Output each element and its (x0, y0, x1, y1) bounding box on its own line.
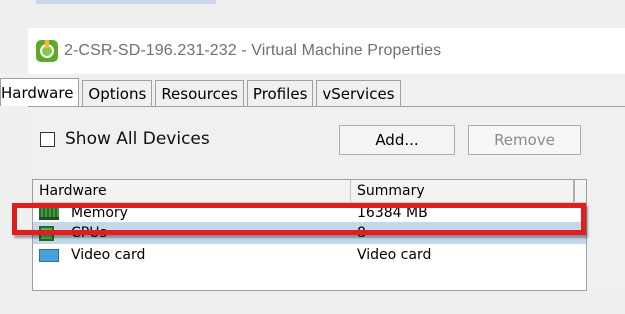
table-row[interactable]: Video card Video card (33, 244, 586, 266)
hardware-table: Hardware Summary Memory 16384 MB CPUs 8 (32, 179, 587, 291)
title-bar: 2-CSR-SD-196.231-232 - Virtual Machine P… (28, 28, 625, 74)
show-all-devices-checkbox[interactable] (40, 131, 55, 147)
background-strip (26, 0, 625, 28)
tab-options[interactable]: Options (82, 80, 153, 106)
column-header-summary[interactable]: Summary (351, 180, 575, 202)
tab-strip: Hardware Options Resources Profiles vSer… (0, 78, 404, 106)
hardware-panel: Show All Devices Add... Remove Hardware … (28, 106, 625, 291)
add-button[interactable]: Add... (339, 125, 455, 155)
cropped-window-fragment (36, 0, 216, 4)
cpu-row-highlight-annotation (12, 203, 586, 235)
show-all-devices-label: Show All Devices (65, 129, 210, 149)
tab-profiles[interactable]: Profiles (246, 80, 314, 106)
tab-resources[interactable]: Resources (155, 80, 244, 106)
row-name: Video card (71, 247, 146, 263)
vm-properties-window: 2-CSR-SD-196.231-232 - Virtual Machine P… (0, 28, 625, 291)
table-cell-hardware: Video card (33, 247, 351, 263)
vm-properties-icon (36, 40, 58, 62)
table-header: Hardware Summary (33, 180, 586, 203)
video-card-icon (39, 248, 59, 262)
tab-vservices[interactable]: vServices (316, 80, 401, 106)
show-all-devices-row: Show All Devices (40, 129, 210, 149)
tab-hardware[interactable]: Hardware (0, 78, 80, 106)
table-cell-summary: Video card (357, 247, 432, 263)
window-title: 2-CSR-SD-196.231-232 - Virtual Machine P… (64, 42, 442, 59)
remove-button[interactable]: Remove (468, 125, 581, 155)
column-header-hardware[interactable]: Hardware (33, 180, 351, 202)
